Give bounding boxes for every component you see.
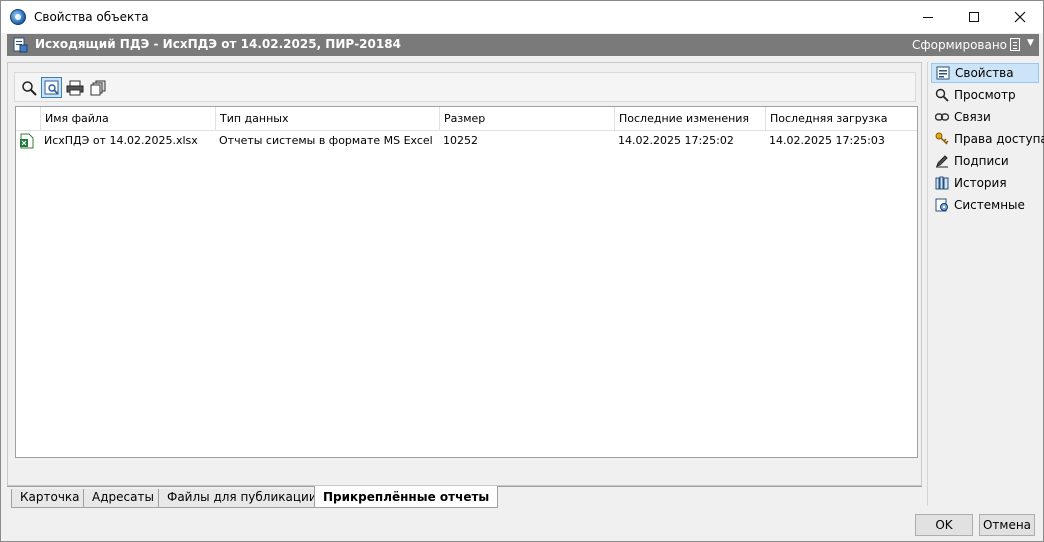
system-icon: [935, 198, 948, 212]
maximize-button[interactable]: [951, 1, 997, 33]
status-dropdown-caret[interactable]: ▼: [1027, 38, 1034, 48]
cell-data-type: Отчеты системы в формате MS Excel: [219, 134, 433, 147]
toolbar-print-button[interactable]: [64, 77, 85, 98]
attachments-table: Имя файла Тип данных Размер Последние из…: [15, 106, 918, 458]
toolbar-search-button[interactable]: [18, 77, 39, 98]
properties-window: Свойства объекта Исходящий ПДЭ - ИсхПДЭ …: [0, 0, 1044, 542]
app-icon: [10, 9, 26, 25]
sidebar-item-label: Системные: [954, 198, 1025, 212]
sidebar-item-properties[interactable]: Свойства: [931, 63, 1039, 83]
sidebar-item-history[interactable]: История: [931, 173, 1039, 193]
history-icon: [935, 176, 949, 190]
print-icon: [66, 80, 83, 95]
column-header-data-type[interactable]: Тип данных: [215, 107, 439, 131]
cancel-button[interactable]: Отмена: [979, 514, 1035, 536]
bottom-tabs: Карточка Адресаты Файлы для публикации П…: [7, 486, 922, 508]
keys-icon: [935, 132, 949, 145]
object-header-bar: Исходящий ПДЭ - ИсхПДЭ от 14.02.2025, ПИ…: [7, 34, 1039, 56]
pen-icon: [936, 155, 948, 168]
sidebar-item-preview[interactable]: Просмотр: [931, 85, 1039, 105]
copies-icon: [90, 80, 105, 95]
sidebar-item-label: История: [954, 176, 1007, 190]
cell-uploaded: 14.02.2025 17:25:03: [769, 134, 885, 147]
right-sidebar: Свойства Просмотр Связи Права доступа По…: [927, 62, 1044, 506]
table-header: Имя файла Тип данных Размер Последние из…: [16, 107, 917, 131]
sidebar-item-links[interactable]: Связи: [931, 107, 1039, 127]
sidebar-item-access-rights[interactable]: Права доступа: [931, 129, 1044, 149]
sidebar-item-system[interactable]: Системные: [931, 195, 1039, 215]
close-icon: [1014, 11, 1026, 23]
sidebar-item-signatures[interactable]: Подписи: [931, 151, 1039, 171]
minimize-button[interactable]: [905, 1, 951, 33]
title-bar: Свойства объекта: [1, 1, 1043, 33]
close-button[interactable]: [997, 1, 1043, 33]
preview-icon: [44, 80, 59, 95]
minimize-icon: [923, 16, 933, 18]
document-icon: [13, 37, 28, 53]
column-header-uploaded[interactable]: Последняя загрузка: [765, 107, 917, 131]
object-status: Сформировано: [912, 38, 1008, 52]
search-icon: [21, 80, 37, 96]
toolbar: [14, 72, 916, 102]
toolbar-copies-button[interactable]: [87, 77, 108, 98]
sidebar-item-label: Подписи: [954, 154, 1009, 168]
column-header-size[interactable]: Размер: [439, 107, 614, 131]
window-title: Свойства объекта: [34, 10, 149, 24]
column-header-icon: [16, 107, 40, 131]
object-title: Исходящий ПДЭ - ИсхПДЭ от 14.02.2025, ПИ…: [35, 37, 401, 51]
status-menu-icon[interactable]: [1010, 38, 1020, 51]
sidebar-item-label: Связи: [954, 110, 991, 124]
properties-icon: [936, 66, 950, 80]
sidebar-item-label: Просмотр: [954, 88, 1016, 102]
sidebar-item-label: Свойства: [955, 66, 1014, 80]
column-header-modified[interactable]: Последние изменения: [614, 107, 765, 131]
excel-file-icon: [20, 133, 34, 149]
search-icon: [935, 88, 949, 102]
tab-recipients[interactable]: Адресаты: [83, 489, 163, 508]
maximize-icon: [969, 12, 979, 22]
cell-file-name: ИсхПДЭ от 14.02.2025.xlsx: [44, 134, 198, 147]
cell-size: 10252: [443, 134, 478, 147]
tab-publication-files[interactable]: Файлы для публикации: [158, 489, 326, 508]
link-icon: [935, 113, 949, 121]
ok-button[interactable]: OK: [915, 514, 973, 536]
table-row[interactable]: ИсхПДЭ от 14.02.2025.xlsx Отчеты системы…: [16, 131, 917, 151]
cell-modified: 14.02.2025 17:25:02: [618, 134, 734, 147]
tab-attached-reports[interactable]: Прикреплённые отчеты: [314, 486, 499, 508]
tab-card[interactable]: Карточка: [11, 489, 89, 508]
main-panel: Имя файла Тип данных Размер Последние из…: [7, 62, 922, 486]
sidebar-item-label: Права доступа: [954, 132, 1044, 146]
toolbar-preview-button[interactable]: [41, 77, 62, 98]
column-header-file-name[interactable]: Имя файла: [40, 107, 215, 131]
